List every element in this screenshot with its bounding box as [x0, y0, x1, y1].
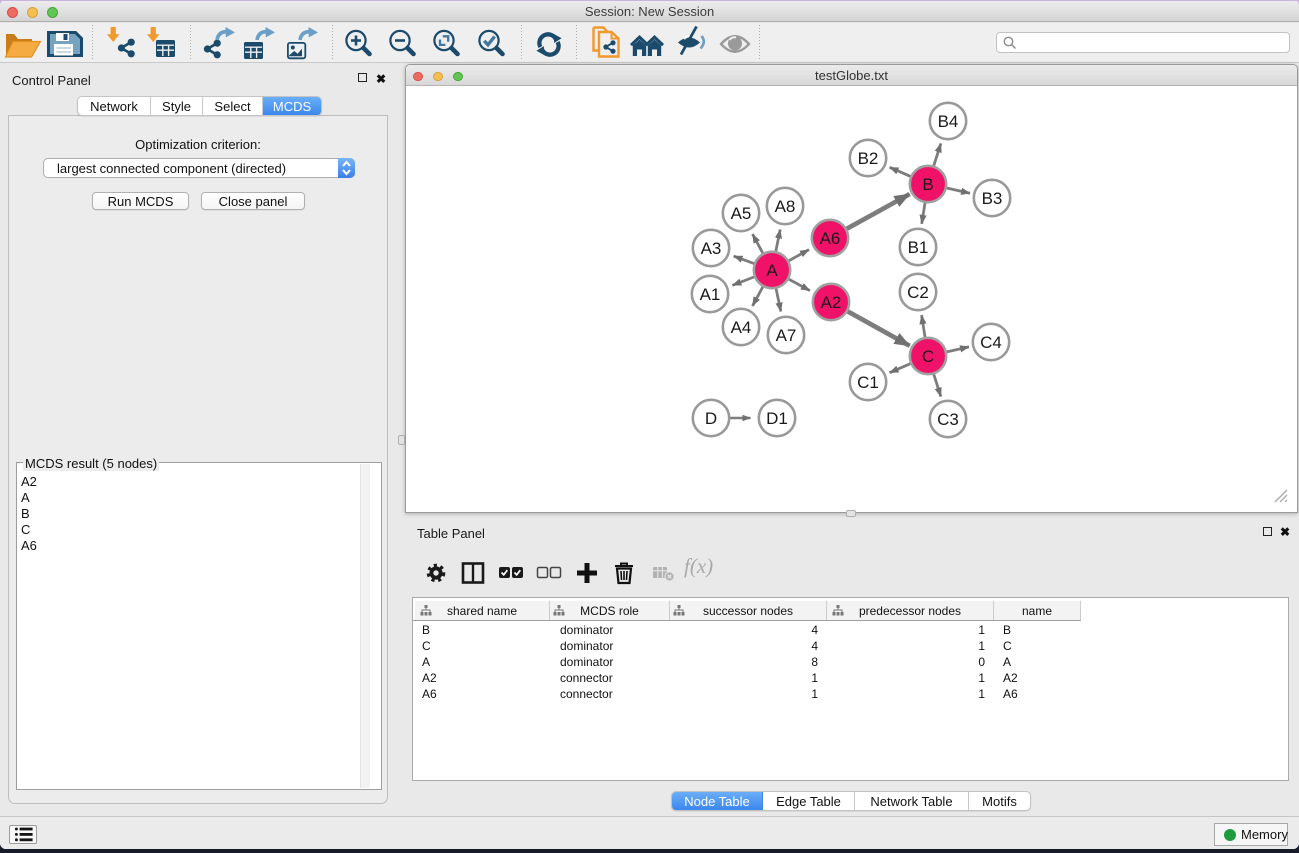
svg-text:A5: A5 — [731, 204, 752, 223]
svg-text:C: C — [922, 347, 934, 366]
svg-text:A6: A6 — [820, 229, 841, 248]
svg-text:C2: C2 — [907, 283, 929, 302]
svg-text:A7: A7 — [776, 326, 797, 345]
svg-text:D1: D1 — [766, 409, 788, 428]
svg-text:B: B — [922, 175, 933, 194]
svg-text:B4: B4 — [938, 112, 959, 131]
svg-text:C3: C3 — [937, 410, 959, 429]
svg-text:D: D — [705, 409, 717, 428]
svg-text:B2: B2 — [858, 149, 879, 168]
svg-text:A3: A3 — [701, 239, 722, 258]
svg-text:C1: C1 — [857, 373, 879, 392]
svg-text:B1: B1 — [908, 238, 929, 257]
svg-text:A: A — [766, 261, 778, 280]
svg-text:B3: B3 — [982, 189, 1003, 208]
svg-text:A2: A2 — [821, 293, 842, 312]
svg-text:A1: A1 — [700, 285, 721, 304]
svg-text:C4: C4 — [980, 333, 1002, 352]
svg-text:A4: A4 — [731, 318, 752, 337]
svg-text:A8: A8 — [775, 197, 796, 216]
